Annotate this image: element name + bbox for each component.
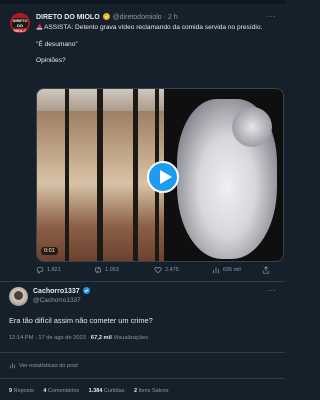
tweet-header: DIRETO DO MIOLO @diretodomiolo · 2 h xyxy=(36,13,178,21)
avatar[interactable]: DIRETO DO MIOLO xyxy=(10,13,30,33)
stats-bar-chart-icon xyxy=(10,363,15,369)
saves-count-link[interactable]: 2 Itens Salvos xyxy=(134,388,169,394)
reposts-label: Reposts xyxy=(12,388,34,394)
reply-author-handle[interactable]: @Cachorro1337 xyxy=(33,297,81,304)
repost-button[interactable]: 1.053 xyxy=(94,266,119,274)
avatar-logo: DIRETO DO MIOLO xyxy=(12,18,28,33)
siren-icon xyxy=(36,24,43,30)
more-options-icon[interactable]: ··· xyxy=(267,12,277,21)
food-bag-knot xyxy=(232,107,272,147)
verified-badge-icon xyxy=(82,287,90,294)
tweet-time[interactable]: 2 h xyxy=(168,14,178,21)
action-bar: 1.821 1.053 2.475 695 mil xyxy=(36,266,276,278)
tweet-text: ASSISTA: Detento grava vídeo reclamando … xyxy=(36,23,276,66)
share-icon xyxy=(262,266,270,274)
reply-count: 1.821 xyxy=(47,267,61,273)
like-count: 2.475 xyxy=(165,267,179,273)
repost-icon xyxy=(95,266,101,274)
reply-views-count: 67,2 mil xyxy=(90,335,112,341)
views-button[interactable]: 695 mil xyxy=(212,266,241,274)
comments-label: Comentários xyxy=(46,388,80,394)
stats-link-label[interactable]: Ver estatísticas do post xyxy=(19,363,78,369)
cell-bar xyxy=(133,89,138,261)
reply-author-name[interactable]: Cachorro1337 xyxy=(33,287,91,295)
reply-text: Era tão difícil assim não cometer um cri… xyxy=(9,316,153,325)
author-handle[interactable]: @diretodomiolo xyxy=(113,14,162,21)
divider xyxy=(0,352,285,353)
reply-avatar[interactable] xyxy=(9,287,28,306)
reply-timestamp[interactable]: 12:14 PM · 17 de ago de 2023 · xyxy=(9,335,91,341)
divider xyxy=(0,378,285,379)
view-post-stats-link[interactable]: Ver estatísticas do post xyxy=(9,362,78,369)
reply-meta: 12:14 PM · 17 de ago de 2023 · 67,2 mil … xyxy=(9,335,148,341)
saves-label: Itens Salvos xyxy=(137,388,169,394)
tweet[interactable]: DIRETO DO MIOLO DIRETO DO MIOLO @diretod… xyxy=(0,4,285,282)
reply-author-name-text[interactable]: Cachorro1337 xyxy=(33,288,80,295)
likes-label: Curtidas xyxy=(102,388,125,394)
heart-icon xyxy=(154,266,162,274)
views-count: 695 mil xyxy=(223,267,241,273)
tweet-quote: "É desumano" xyxy=(36,40,78,48)
tweet-question: Opiniões? xyxy=(36,57,66,64)
dog-avatar-image xyxy=(14,291,23,300)
verified-badge-icon xyxy=(102,13,110,20)
reposts-count-link[interactable]: 9 Reposts xyxy=(9,388,34,394)
reply-icon xyxy=(36,266,44,274)
views-bar-chart-icon xyxy=(213,267,219,274)
likes-number: 1.384 xyxy=(88,388,103,394)
share-button[interactable] xyxy=(262,266,270,274)
repost-count: 1.053 xyxy=(105,267,119,273)
likes-count-link[interactable]: 1.384 Curtidas xyxy=(89,388,125,394)
author-name[interactable]: DIRETO DO MIOLO xyxy=(36,14,100,21)
reply-views-label: Visualizações xyxy=(111,335,149,341)
engagement-counts: 9 Reposts 4 Comentários 1.384 Curtidas 2… xyxy=(9,388,177,394)
tweet-headline: ASSISTA: Detento grava vídeo reclamando … xyxy=(44,24,263,31)
comments-count-link[interactable]: 4 Comentários xyxy=(43,388,79,394)
more-options-icon[interactable]: ··· xyxy=(267,286,277,295)
reply-button[interactable]: 1.821 xyxy=(36,266,61,274)
video-player[interactable]: 0:01 xyxy=(36,88,284,262)
cell-bar xyxy=(97,89,103,261)
play-button-icon[interactable] xyxy=(147,161,179,193)
like-button[interactable]: 2.475 xyxy=(154,266,179,274)
divider xyxy=(0,281,285,282)
video-duration: 0:01 xyxy=(41,247,58,255)
cell-bar xyxy=(65,89,69,261)
